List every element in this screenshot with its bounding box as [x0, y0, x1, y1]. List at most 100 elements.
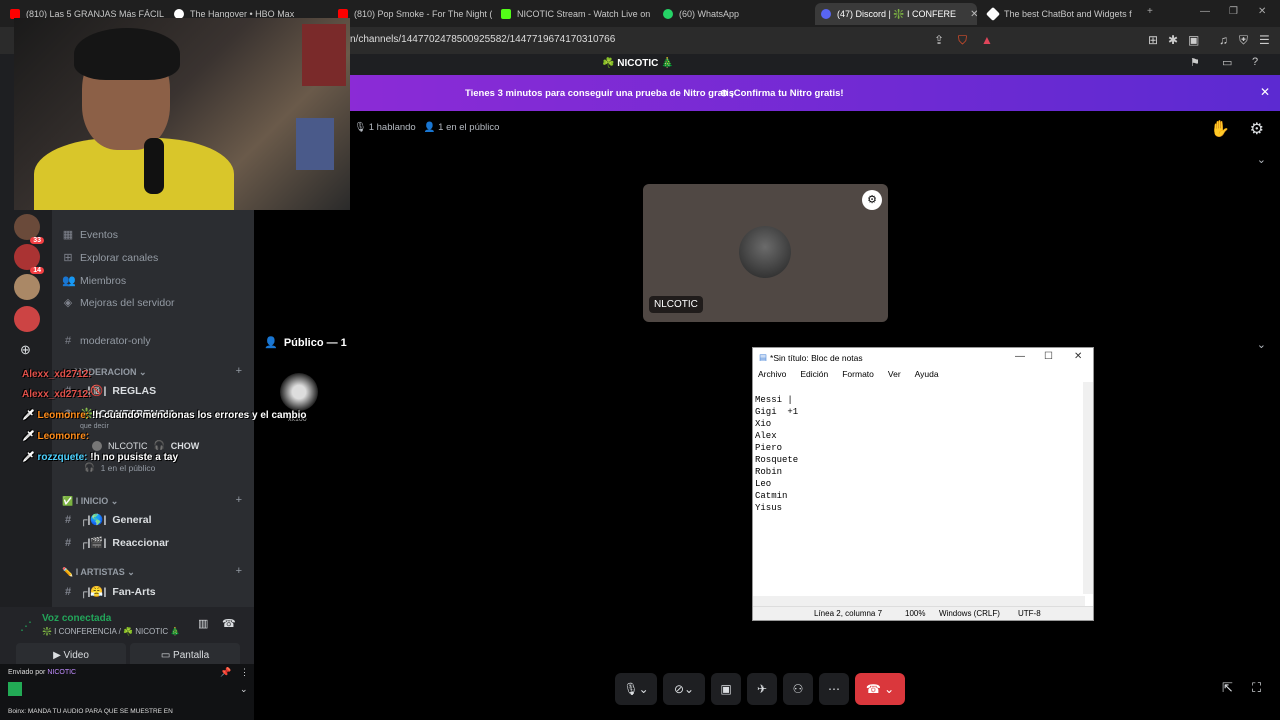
stage-speaker[interactable]: NLCOTIC 🎧 CHOW — [92, 440, 199, 451]
public-header: 👤 Público — 1 — [264, 337, 347, 349]
translate-icon[interactable]: ⊞ — [1148, 33, 1158, 47]
notepad-window[interactable]: ▤ *Sin título: Bloc de notas — ☐ ✕ Archi… — [752, 347, 1094, 621]
speaker-card[interactable]: ⚙ NLCOTIC — [643, 184, 888, 322]
server-icon[interactable]: 33 — [14, 214, 44, 244]
close-icon[interactable]: ✕ — [1074, 351, 1082, 362]
share-screen-button[interactable]: ▣ — [711, 673, 741, 705]
chevron-down-icon[interactable]: ⌄ — [1257, 153, 1266, 166]
notepad-text-area[interactable]: Messi | Gigi +1 Xio Alex Piero Rosquete … — [755, 394, 798, 514]
sidebar-item-explorar[interactable]: ⊞ Explorar canales — [62, 251, 158, 265]
sidebar-bottom: Enviado por NICOTIC 📌 ⋮ ⌄ Boinx: MANDA T… — [0, 664, 254, 720]
menu-edicion[interactable]: Edición — [800, 369, 828, 379]
more-options-button[interactable]: ⋯ — [819, 673, 849, 705]
moderator-icon: ⚙ — [862, 190, 882, 210]
microphone-icon: 🎙⌄ — [623, 682, 649, 696]
disconnect-icon[interactable]: ☎ — [222, 617, 236, 630]
sidebar-icon[interactable]: ▣ — [1188, 33, 1199, 47]
popout-icon[interactable]: ⇱ — [1222, 680, 1233, 696]
channel-fanarts[interactable]: # ┌|😤| Fan-Arts — [62, 585, 156, 599]
close-window-icon[interactable]: ✕ — [1258, 6, 1266, 17]
sidebar-item-moderator-only[interactable]: # moderator-only — [62, 335, 151, 347]
category-artistas[interactable]: ✏️ I ARTISTAS ⌄ — [62, 567, 135, 578]
restore-icon[interactable]: ❐ — [1229, 6, 1238, 17]
minimize-icon[interactable]: — — [1015, 351, 1025, 362]
music-icon[interactable]: ♫ — [1219, 33, 1228, 47]
brave-shield-icon[interactable]: ⛉ — [958, 33, 967, 48]
soundboard-icon[interactable]: ▥ — [198, 617, 208, 630]
voice-status: Voz conectada — [42, 613, 112, 624]
sword-icon: 🗡 — [22, 452, 38, 463]
add-channel-icon[interactable]: + — [236, 565, 242, 577]
minimize-icon[interactable]: — — [1200, 6, 1210, 17]
menu-archivo[interactable]: Archivo — [758, 369, 786, 379]
notepad-titlebar[interactable]: ▤ *Sin título: Bloc de notas — ☐ ✕ — [753, 348, 1093, 367]
browser-tab[interactable]: The best ChatBot and Widgets for K — [982, 3, 1132, 25]
new-tab-icon[interactable]: + — [1147, 6, 1153, 17]
discord-header: ☘️ NICOTIC 🎄 ⚑ ▭ ? — [350, 54, 1280, 75]
listener-avatar[interactable] — [280, 373, 318, 411]
camera-button[interactable]: ⊘⌄ — [663, 673, 705, 705]
fullscreen-icon[interactable]: ⛶ — [1252, 680, 1261, 696]
menu-ayuda[interactable]: Ayuda — [915, 369, 939, 379]
more-icon[interactable]: ⋮ — [240, 667, 249, 678]
menu-formato[interactable]: Formato — [842, 369, 874, 379]
server-icon[interactable]: 14 — [14, 244, 44, 274]
unread-badge: 33 — [30, 237, 44, 244]
browser-tab[interactable]: (810) Pop Smoke - For The Night (Vi — [332, 3, 492, 25]
raise-hand-icon[interactable]: ✋ — [1210, 119, 1230, 139]
add-channel-icon[interactable]: + — [236, 365, 242, 377]
chevron-down-icon[interactable]: ⌄ — [240, 684, 248, 695]
nitro-cta-button[interactable]: ⊚ ¡Confirma tu Nitro gratis! — [720, 88, 844, 99]
help-icon[interactable]: ? — [1252, 56, 1258, 68]
add-server-icon[interactable]: ⊕ — [20, 342, 31, 358]
menu-icon[interactable]: ☰ — [1259, 33, 1270, 47]
bot-icon — [985, 6, 1001, 22]
inbox-icon[interactable]: ▭ — [1222, 56, 1232, 69]
chevron-down-icon[interactable]: ⌄ — [1257, 338, 1266, 351]
maximize-icon[interactable]: ☐ — [1044, 351, 1053, 362]
share-icon[interactable]: ⇪ — [934, 33, 944, 47]
browser-tab[interactable]: NICOTIC Stream - Watch Live on — [495, 3, 655, 25]
browser-tab[interactable]: (60) WhatsApp — [657, 3, 807, 25]
hash-icon: # — [64, 536, 72, 549]
mute-button[interactable]: 🎙⌄ — [615, 673, 657, 705]
rewards-icon[interactable]: ▲ — [981, 33, 993, 47]
bottom-message: Boinx: MANDA TU AUDIO PARA QUE SE MUESTR… — [8, 708, 173, 715]
url-field[interactable]: n/channels/1447702478500925582/144771967… — [350, 34, 615, 45]
close-banner-icon[interactable]: ✕ — [1260, 85, 1270, 99]
stage-settings-icon[interactable]: ⚙ — [1250, 119, 1264, 139]
flag-icon[interactable]: ⚑ — [1190, 56, 1200, 69]
server-icon[interactable] — [14, 274, 40, 300]
chat-message: Alexx_xd2712: — [22, 369, 92, 380]
category-inicio[interactable]: ✅ I INICIO ⌄ — [62, 496, 118, 507]
stage-status: 🎙 1 hablando 👤 1 en el público — [354, 122, 500, 133]
face-icon: ┌|😤| — [80, 586, 107, 598]
headphones-icon: 🎧 — [84, 462, 95, 472]
close-tab-icon[interactable]: ✕ — [970, 9, 977, 20]
channel-general[interactable]: # ┌|🌎| General — [62, 513, 152, 527]
speaker-name: NLCOTIC — [649, 296, 703, 313]
sidebar-item-miembros[interactable]: 👥 Miembros — [62, 274, 126, 288]
browser-tab-active[interactable]: (47) Discord | ❇️ I CONFERE ✕ — [815, 3, 977, 25]
vertical-scrollbar[interactable] — [1083, 382, 1093, 594]
pin-icon[interactable]: 📌 — [220, 667, 231, 678]
zoom-level: 100% — [905, 609, 926, 618]
unread-badge: 14 — [30, 267, 44, 274]
disconnect-button[interactable]: ☎ ⌄ — [855, 673, 905, 705]
check-icon: ✅ — [62, 496, 74, 506]
horizontal-scrollbar[interactable] — [753, 596, 1085, 606]
sidebar-item-eventos[interactable]: ▦ Eventos — [62, 228, 118, 242]
channel-reaccionar[interactable]: # ┌|🎬| Reaccionar — [62, 536, 169, 550]
server-icon[interactable] — [14, 306, 40, 332]
chat-message: Alexx_xd2712: — [22, 389, 92, 400]
audience-icon: 👤 — [264, 337, 281, 349]
add-channel-icon[interactable]: + — [236, 494, 242, 506]
vpn-icon[interactable]: ⛨ — [1239, 33, 1248, 48]
menu-ver[interactable]: Ver — [888, 369, 901, 379]
activities-button[interactable]: ✈ — [747, 673, 777, 705]
chat-message: 🗡 rozzquete: !h no pusiste a tay — [22, 452, 179, 463]
invite-button[interactable]: ⚇ — [783, 673, 813, 705]
extensions-icon[interactable]: ✱ — [1168, 33, 1178, 47]
sidebar-item-mejoras[interactable]: ◈ Mejoras del servidor — [62, 296, 175, 310]
members-icon: 👥 — [62, 275, 76, 287]
